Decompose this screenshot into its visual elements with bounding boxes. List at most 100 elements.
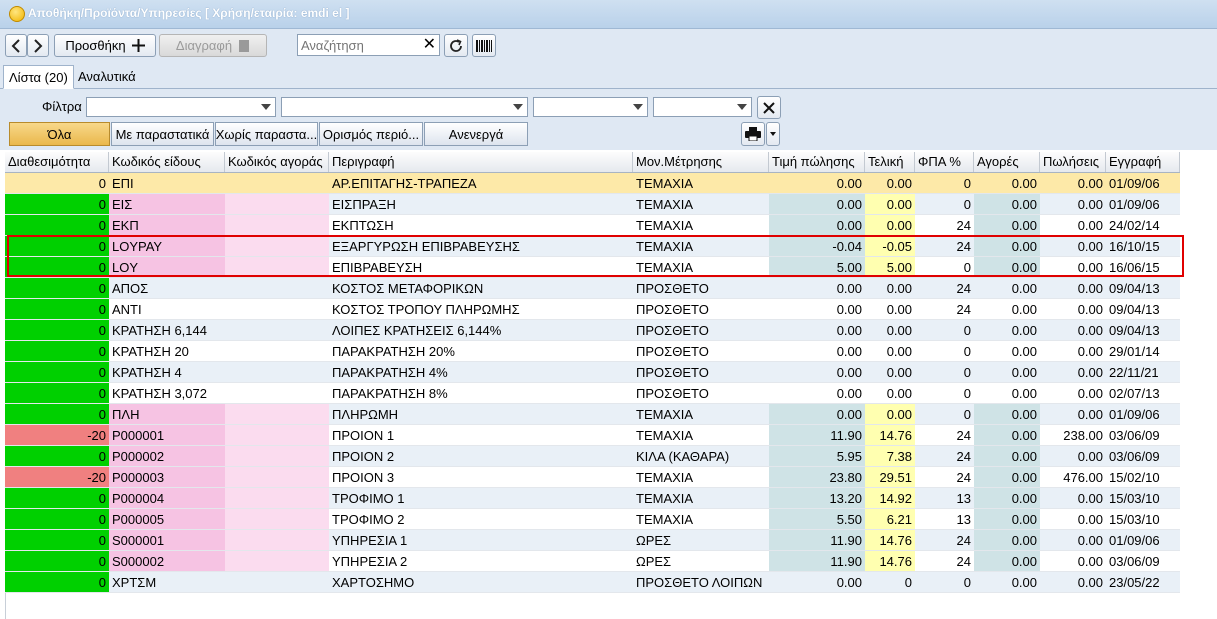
cell-purchase-code [225, 173, 329, 194]
column-header-purchase-code[interactable]: Κωδικός αγοράς [225, 152, 329, 172]
column-header-unit[interactable]: Μον.Μέτρησης [633, 152, 769, 172]
dropdown-arrow-icon [261, 104, 271, 110]
column-header-description[interactable]: Περιγραφή [329, 152, 633, 172]
cell-availability: 0 [5, 446, 109, 467]
grid-border [5, 593, 6, 619]
column-header-availability[interactable]: Διαθεσιμότητα [5, 152, 109, 172]
cell-purchases: 0.00 [974, 572, 1040, 593]
filter-combo-4[interactable] [653, 97, 752, 117]
quick-filter-period[interactable]: Ορισμός περιό... [319, 122, 423, 146]
cell-availability: 0 [5, 299, 109, 320]
cell-sales: 0.00 [1040, 446, 1106, 467]
table-row[interactable]: 0 LOY ΕΠΙΒΡΑΒΕΥΣΗ ΤΕΜΑΧΙΑ 5.00 5.00 0 0.00 0.00 1… [5, 257, 1180, 278]
table-row[interactable]: 0 ΕΙΣ ΕΙΣΠΡΑΞΗ ΤΕΜΑΧΙΑ 0.00 0.00 0 0.00 0.00 01/0… [5, 194, 1180, 215]
print-button[interactable] [741, 122, 765, 146]
table-row[interactable]: 0 P000002 ΠΡΟΙΟΝ 2 ΚΙΛΑ (ΚΑΘΑΡΑ) 5.95 7.38 24 0… [5, 446, 1180, 467]
cell-description: ΠΛΗΡΩΜΗ [329, 404, 633, 425]
cell-registration-date: 03/06/09 [1106, 551, 1180, 572]
add-button[interactable]: Προσθήκη [54, 34, 156, 57]
cell-item-code: ΧΡΤΣΜ [109, 572, 225, 593]
column-header-item-code[interactable]: Κωδικός είδους [109, 152, 225, 172]
quick-filter-with-documents[interactable]: Με παραστατικά [111, 122, 214, 146]
cell-sale-price: -0.04 [769, 236, 865, 257]
table-row[interactable]: 0 ΑΝΤΙ ΚΟΣΤΟΣ ΤΡΟΠΟΥ ΠΛΗΡΩΜΗΣ ΠΡΟΣΘΕΤΟ 0.00 0… [5, 299, 1180, 320]
cell-purchase-code [225, 530, 329, 551]
search-box[interactable]: ✕ [297, 34, 440, 56]
cell-item-code: ΠΛΗ [109, 404, 225, 425]
cell-vat-percent: 24 [915, 425, 974, 446]
clear-search-icon[interactable]: ✕ [423, 36, 436, 54]
cell-purchase-code [225, 194, 329, 215]
cell-purchases: 0.00 [974, 404, 1040, 425]
delete-button[interactable]: Διαγραφή [159, 34, 267, 57]
cell-unit: ΠΡΟΣΘΕΤΟ [633, 320, 769, 341]
barcode-button[interactable] [472, 34, 496, 57]
forward-button[interactable] [27, 34, 49, 57]
cell-sale-price: 0.00 [769, 215, 865, 236]
cell-sale-price: 0.00 [769, 320, 865, 341]
table-row[interactable]: 0 P000005 ΤΡΟΦΙΜΟ 2 ΤΕΜΑΧΙΑ 5.50 6.21 13 0.00 0.… [5, 509, 1180, 530]
table-row[interactable]: 0 ΕΠΙ ΑΡ.ΕΠΙΤΑΓΗΣ-ΤΡΑΠΕΖΑ ΤΕΜΑΧΙΑ 0.00 0.00 0 0… [5, 173, 1180, 194]
cell-final-price: 14.76 [865, 551, 915, 572]
cell-availability: 0 [5, 488, 109, 509]
dropdown-arrow-icon [633, 104, 643, 110]
quick-filter-all[interactable]: Όλα [9, 122, 110, 146]
cell-registration-date: 29/01/14 [1106, 341, 1180, 362]
chevron-left-icon [11, 38, 20, 53]
cell-unit: ΤΕΜΑΧΙΑ [633, 194, 769, 215]
cell-description: ΑΡ.ΕΠΙΤΑΓΗΣ-ΤΡΑΠΕΖΑ [329, 173, 633, 194]
cell-final-price: 0.00 [865, 320, 915, 341]
table-row[interactable]: 0 ΠΛΗ ΠΛΗΡΩΜΗ ΤΕΜΑΧΙΑ 0.00 0.00 0 0.00 0.00 01/09… [5, 404, 1180, 425]
clear-filters-button[interactable] [757, 96, 781, 119]
cell-availability: 0 [5, 236, 109, 257]
table-row[interactable]: 0 ΚΡΑΤΗΣΗ 20 ΠΑΡΑΚΡΑΤΗΣΗ 20% ΠΡΟΣΘΕΤΟ 0.00 0.… [5, 341, 1180, 362]
cell-vat-percent: 24 [915, 299, 974, 320]
print-menu-button[interactable] [766, 122, 780, 146]
table-row[interactable]: 0 S000002 ΥΠΗΡΕΣΙΑ 2 ΩΡΕΣ 11.90 14.76 24 0.00 0.… [5, 551, 1180, 572]
table-row[interactable]: 0 ΚΡΑΤΗΣΗ 4 ΠΑΡΑΚΡΑΤΗΣΗ 4% ΠΡΟΣΘΕΤΟ 0.00 0.00… [5, 362, 1180, 383]
search-input[interactable] [298, 35, 422, 55]
filter-combo-1[interactable] [86, 97, 276, 117]
column-header-vat-percent[interactable]: ΦΠΑ % [915, 152, 974, 172]
table-row[interactable]: 0 S000001 ΥΠΗΡΕΣΙΑ 1 ΩΡΕΣ 11.90 14.76 24 0.00 0.… [5, 530, 1180, 551]
tab-list[interactable]: Λίστα (20) [3, 65, 74, 89]
filter-combo-3[interactable] [533, 97, 648, 117]
quick-filter-inactive[interactable]: Ανενεργά [424, 122, 528, 146]
cell-sale-price: 0.00 [769, 173, 865, 194]
cell-item-code: LOY [109, 257, 225, 278]
cell-purchase-code [225, 488, 329, 509]
table-row[interactable]: 0 ΚΡΑΤΗΣΗ 3,072 ΠΑΡΑΚΡΑΤΗΣΗ 8% ΠΡΟΣΘΕΤΟ 0.00… [5, 383, 1180, 404]
cell-sales: 0.00 [1040, 299, 1106, 320]
table-row[interactable]: -20 P000003 ΠΡΟΙΟΝ 3 ΤΕΜΑΧΙΑ 23.80 29.51 24 0.0… [5, 467, 1180, 488]
cell-unit: ΤΕΜΑΧΙΑ [633, 257, 769, 278]
quick-filter-without-documents[interactable]: Χωρίς παραστα... [215, 122, 318, 146]
column-header-purchases[interactable]: Αγορές [974, 152, 1040, 172]
tab-analytics[interactable]: Αναλυτικά [73, 65, 141, 87]
cell-final-price: 14.76 [865, 530, 915, 551]
table-row[interactable]: 0 ΚΡΑΤΗΣΗ 6,144 ΛΟΙΠΕΣ ΚΡΑΤΗΣΕΙΣ 6,144% ΠΡΟ… [5, 320, 1180, 341]
cell-purchase-code [225, 572, 329, 593]
table-row[interactable]: 0 ΕΚΠ ΕΚΠΤΩΣΗ ΤΕΜΑΧΙΑ 0.00 0.00 24 0.00 0.00 24/0… [5, 215, 1180, 236]
cell-purchases: 0.00 [974, 341, 1040, 362]
table-row[interactable]: 0 LOYPAY ΕΞΑΡΓΥΡΩΣΗ ΕΠΙΒΡΑΒΕΥΣΗΣ ΤΕΜΑΧΙΑ -0.… [5, 236, 1180, 257]
cell-description: ΧΑΡΤΟΣΗΜΟ [329, 572, 633, 593]
column-header-sales[interactable]: Πωλήσεις [1040, 152, 1106, 172]
table-row[interactable]: 0 P000004 ΤΡΟΦΙΜΟ 1 ΤΕΜΑΧΙΑ 13.20 14.92 13 0.00… [5, 488, 1180, 509]
column-header-registration-date[interactable]: Εγγραφή [1106, 152, 1180, 172]
cell-unit: ΤΕΜΑΧΙΑ [633, 425, 769, 446]
cell-sales: 0.00 [1040, 278, 1106, 299]
back-button[interactable] [5, 34, 27, 57]
table-row[interactable]: 0 ΧΡΤΣΜ ΧΑΡΤΟΣΗΜΟ ΠΡΟΣΘΕΤΟ ΛΟΙΠΩΝ 0.00 0 0 0.00… [5, 572, 1180, 593]
cell-purchase-code [225, 278, 329, 299]
add-button-label: Προσθήκη [65, 38, 126, 53]
table-row[interactable]: 0 ΑΠΟΣ ΚΟΣΤΟΣ ΜΕΤΑΦΟΡΙΚΩΝ ΠΡΟΣΘΕΤΟ 0.00 0.00 2… [5, 278, 1180, 299]
table-row[interactable]: -20 P000001 ΠΡΟΙΟΝ 1 ΤΕΜΑΧΙΑ 11.90 14.76 24 0.0… [5, 425, 1180, 446]
cell-sale-price: 0.00 [769, 299, 865, 320]
toolbar: Προσθήκη Διαγραφή ✕ [0, 29, 1217, 63]
filter-combo-2[interactable] [281, 97, 528, 117]
column-header-final-price[interactable]: Τελική [865, 152, 915, 172]
cell-description: ΛΟΙΠΕΣ ΚΡΑΤΗΣΕΙΣ 6,144% [329, 320, 633, 341]
column-header-sale-price[interactable]: Τιμή πώλησης [769, 152, 865, 172]
refresh-button[interactable] [444, 34, 468, 57]
cell-item-code: ΚΡΑΤΗΣΗ 3,072 [109, 383, 225, 404]
